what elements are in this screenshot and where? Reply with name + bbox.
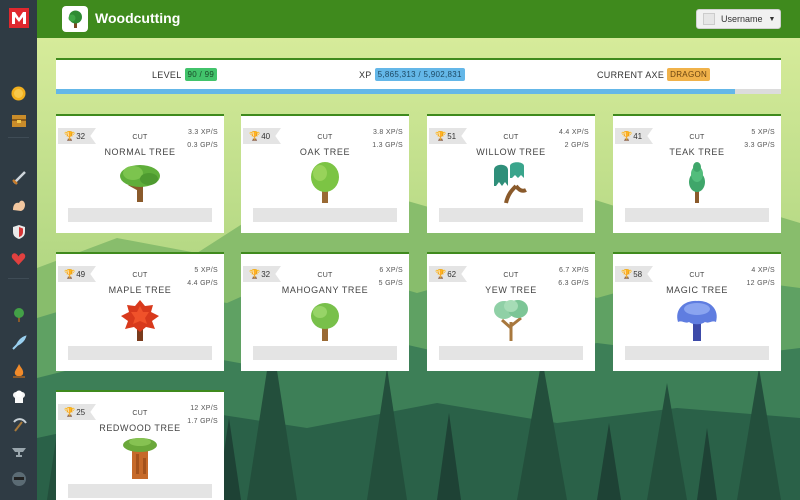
mahogany-tree-icon	[300, 298, 350, 342]
cut-progress-bar	[253, 346, 397, 360]
xp-rate: 6 XP/S	[379, 267, 403, 274]
tree-rates: 3.3 XP/S 0.3 GP/S	[187, 126, 218, 152]
xp-rate: 3.8 XP/S	[372, 129, 403, 136]
thieving-icon[interactable]	[10, 470, 27, 487]
top-header: Woodcutting Username ▼	[37, 0, 800, 38]
tree-rates: 5 XP/S 3.3 GP/S	[744, 126, 775, 152]
cooking-icon[interactable]	[10, 389, 27, 406]
xp-progress-bar	[56, 89, 781, 94]
tree-card-maple-tree[interactable]: 🏆 49 CUT MAPLE TREE 5 XP/S 4.4 GP/S	[56, 252, 224, 371]
xp-badge: 5,865,313 / 5,902,831	[374, 68, 465, 81]
smithing-icon[interactable]	[10, 443, 27, 460]
gp-rate: 1.7 GP/S	[187, 418, 218, 425]
hitpoints-heart-icon[interactable]	[10, 250, 27, 267]
gp-rate: 4.4 GP/S	[187, 280, 218, 287]
strength-icon[interactable]	[10, 197, 27, 214]
user-menu-button[interactable]: Username ▼	[696, 9, 781, 29]
username-label: Username	[721, 14, 763, 24]
xp-rate: 3.3 XP/S	[187, 129, 218, 136]
axe-label: CURRENT AXE	[597, 69, 665, 80]
chevron-down-icon: ▼	[768, 15, 776, 23]
redwood-tree-icon	[115, 436, 165, 480]
xp-rate: 4.4 XP/S	[558, 129, 589, 136]
gp-rate: 1.3 GP/S	[372, 142, 403, 149]
tree-card-teak-tree[interactable]: 🏆 41 CUT TEAK TREE 5 XP/S 3.3 GP/S	[613, 114, 781, 233]
xp-rate: 6.7 XP/S	[558, 267, 589, 274]
maple-tree-icon	[115, 298, 165, 342]
xp-label: XP	[359, 69, 372, 80]
level-label: LEVEL	[152, 69, 182, 80]
cut-progress-bar	[625, 208, 769, 222]
tree-card-yew-tree[interactable]: 🏆 62 CUT YEW TREE 6.7 XP/S 6.3 GP/S	[427, 252, 595, 371]
axe-badge: DRAGON	[667, 68, 711, 81]
bank-icon[interactable]	[10, 112, 27, 129]
tree-rates: 5 XP/S 4.4 GP/S	[187, 264, 218, 290]
cut-progress-bar	[68, 484, 212, 498]
xp-stat: XP 5,865,313 / 5,902,831	[359, 68, 465, 81]
woodcutting-header-icon	[62, 6, 88, 32]
woodcutting-tree-icon[interactable]	[10, 306, 27, 323]
sword-icon[interactable]	[10, 169, 27, 186]
fishing-icon[interactable]	[10, 334, 27, 351]
xp-progress-fill	[56, 89, 736, 94]
level-badge: 90 / 99	[184, 68, 218, 81]
cut-progress-bar	[253, 208, 397, 222]
mining-icon[interactable]	[10, 416, 27, 433]
tree-rates: 6 XP/S 5 GP/S	[379, 264, 403, 290]
tree-rates: 4.4 XP/S 2 GP/S	[559, 126, 589, 152]
sidebar-separator	[8, 278, 29, 279]
woodcutting-stats-panel: LEVEL 90 / 99 XP 5,865,313 / 5,902,831 C…	[56, 58, 781, 94]
cut-progress-bar	[68, 346, 212, 360]
tree-card-willow-tree[interactable]: 🏆 51 CUT WILLOW TREE 4.4 XP/S 2 GP/S	[427, 114, 595, 233]
cut-progress-bar	[68, 208, 212, 222]
page-title: Woodcutting	[95, 10, 181, 26]
gp-rate: 3.3 GP/S	[744, 142, 775, 149]
gp-rate: 5 GP/S	[378, 280, 403, 287]
tree-rates: 6.7 XP/S 6.3 GP/S	[558, 264, 589, 290]
firemaking-icon[interactable]	[10, 362, 27, 379]
cut-progress-bar	[439, 346, 583, 360]
magic-tree-icon	[672, 298, 722, 342]
gp-rate: 6.3 GP/S	[558, 280, 589, 287]
cut-progress-bar	[439, 208, 583, 222]
defence-shield-icon[interactable]	[10, 223, 27, 240]
tree-card-normal-tree[interactable]: 🏆 32 CUT NORMAL TREE 3.3 XP/S 0.3 GP/S	[56, 114, 224, 233]
yew-tree-icon	[486, 298, 536, 342]
coin-icon[interactable]	[10, 85, 27, 102]
normal-tree-icon	[115, 160, 165, 204]
oak-tree-icon	[300, 160, 350, 204]
xp-rate: 5 XP/S	[751, 129, 775, 136]
tree-card-mahogany-tree[interactable]: 🏆 32 CUT MAHOGANY TREE 6 XP/S 5 GP/S	[241, 252, 409, 371]
teak-tree-icon	[672, 160, 722, 204]
willow-tree-icon	[486, 160, 536, 204]
avatar	[703, 13, 715, 25]
tree-card-oak-tree[interactable]: 🏆 40 CUT OAK TREE 3.8 XP/S 1.3 GP/S	[241, 114, 409, 233]
m-logo-icon[interactable]	[9, 8, 29, 28]
tree-card-redwood-tree[interactable]: 🏆 25 CUT REDWOOD TREE 12 XP/S 1.7 GP/S	[56, 390, 224, 500]
cut-progress-bar	[625, 346, 769, 360]
xp-rate: 4 XP/S	[751, 267, 775, 274]
level-stat: LEVEL 90 / 99	[152, 68, 218, 81]
gp-rate: 2 GP/S	[564, 142, 589, 149]
tree-rates: 12 XP/S 1.7 GP/S	[187, 402, 218, 428]
tree-rates: 3.8 XP/S 1.3 GP/S	[372, 126, 403, 152]
sidebar	[0, 0, 37, 500]
gp-rate: 12 GP/S	[746, 280, 775, 287]
gp-rate: 0.3 GP/S	[187, 142, 218, 149]
xp-rate: 5 XP/S	[194, 267, 218, 274]
tree-card-magic-tree[interactable]: 🏆 58 CUT MAGIC TREE 4 XP/S 12 GP/S	[613, 252, 781, 371]
axe-stat: CURRENT AXE DRAGON	[597, 68, 711, 81]
tree-rates: 4 XP/S 12 GP/S	[746, 264, 775, 290]
xp-rate: 12 XP/S	[190, 405, 218, 412]
sidebar-separator	[8, 137, 29, 138]
